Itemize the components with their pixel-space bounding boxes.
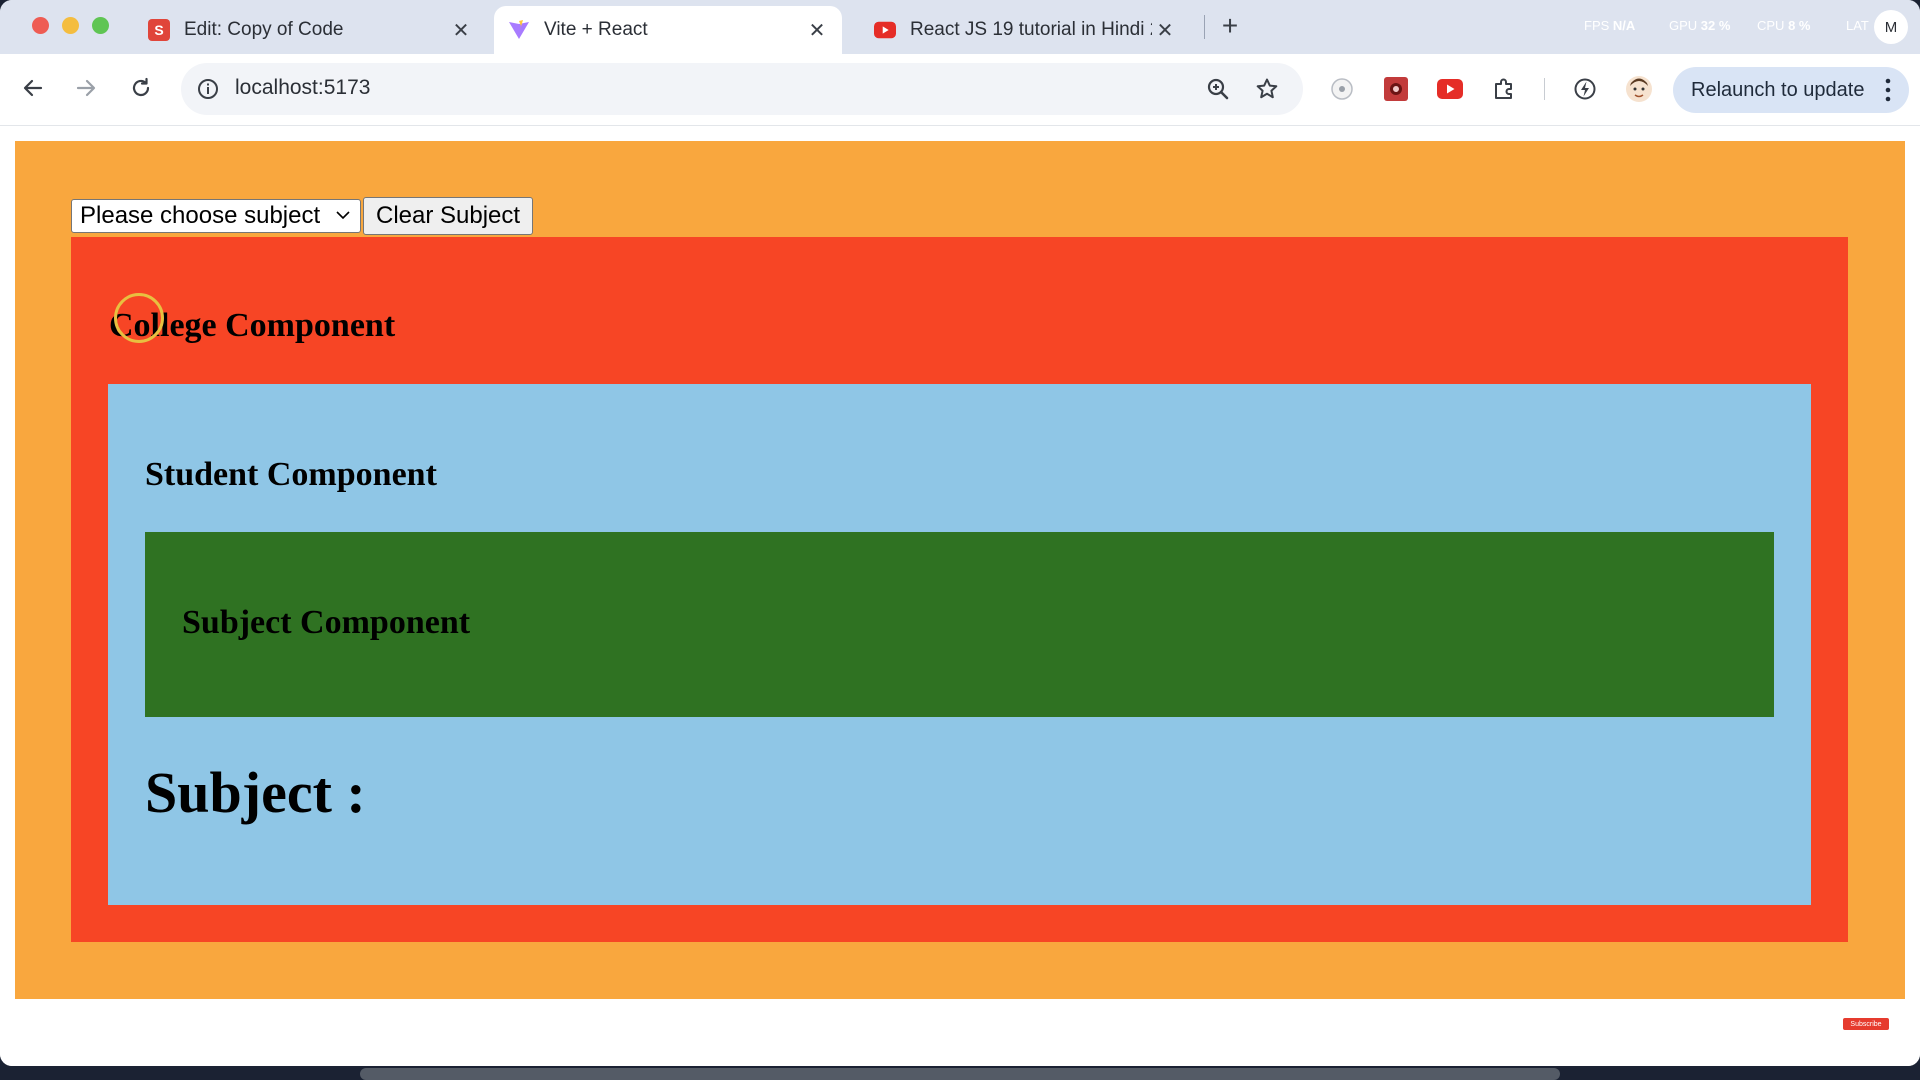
toolbar-divider (1544, 78, 1545, 100)
close-window-button[interactable] (32, 17, 49, 34)
gpu-readout: GPU 32 % (1669, 18, 1730, 33)
minimize-window-button[interactable] (62, 17, 79, 34)
youtube-icon (874, 19, 896, 41)
cpu-label: CPU (1757, 18, 1785, 33)
maximize-window-button[interactable] (92, 17, 109, 34)
zoom-button[interactable] (1203, 74, 1233, 104)
relaunch-button[interactable]: Relaunch to update (1673, 67, 1909, 113)
tab-separator (1204, 15, 1205, 39)
address-bar[interactable]: localhost:5173 (181, 63, 1303, 115)
profile-chip[interactable]: M (1874, 10, 1908, 44)
tab-close-button[interactable]: ✕ (1152, 18, 1178, 43)
subject-title: Subject Component (182, 604, 471, 641)
site-info-icon[interactable] (195, 76, 221, 102)
cpu-value: 8 % (1788, 18, 1811, 33)
tab-title: React JS 19 tutorial in Hindi 2 (910, 19, 1152, 40)
subject-select-value: Please choose subject (80, 202, 321, 229)
tab-vite-react[interactable]: Vite + React ✕ (494, 6, 842, 54)
fps-value: N/A (1612, 18, 1636, 33)
relaunch-label: Relaunch to update (1691, 78, 1865, 101)
subject-controls: Please choose subject Clear Subject (71, 197, 534, 235)
student-title: Student Component (145, 456, 437, 493)
subject-component: Subject Component (145, 532, 1774, 717)
extension-soccer-icon[interactable] (1325, 72, 1359, 106)
extension-screenshot-icon[interactable] (1379, 72, 1413, 106)
fps-readout: FPS N/A (1584, 18, 1635, 33)
tab-strip: S Edit: Copy of Code ✕ Vite + React ✕ Re (0, 0, 1920, 54)
tab-title: Edit: Copy of Code (184, 19, 344, 40)
dock-shadow (360, 1068, 1560, 1080)
bookmark-button[interactable] (1252, 74, 1282, 104)
forward-button[interactable] (68, 70, 104, 106)
tab-close-button[interactable]: ✕ (448, 18, 474, 43)
student-component: Student Component Subject Component Subj… (108, 384, 1811, 905)
cpu-readout: CPU 8 % (1757, 18, 1810, 33)
page-viewport: Please choose subject Clear Subject Coll… (0, 126, 1920, 1066)
fps-label: FPS (1584, 18, 1610, 33)
subscribe-badge[interactable]: Subscribe (1843, 1018, 1889, 1030)
tab-close-button[interactable]: ✕ (804, 18, 830, 43)
reload-button[interactable] (123, 70, 159, 106)
extension-youtube-icon[interactable] (1433, 72, 1467, 106)
browser-window: S Edit: Copy of Code ✕ Vite + React ✕ Re (0, 0, 1920, 1066)
profile-avatar-icon[interactable] (1622, 72, 1656, 106)
slides-icon: S (148, 19, 170, 41)
extensions-puzzle-icon[interactable] (1487, 72, 1521, 106)
clear-subject-button[interactable]: Clear Subject (363, 197, 534, 235)
zoom-icon (1207, 78, 1229, 100)
chevron-down-icon (336, 211, 350, 220)
tab-react-tutorial[interactable]: React JS 19 tutorial in Hindi 2 ✕ (860, 6, 1190, 54)
performance-icon[interactable] (1568, 72, 1602, 106)
new-tab-button[interactable]: + (1215, 8, 1245, 44)
more-vert-icon (1885, 78, 1891, 102)
tab-title: Vite + React (544, 19, 648, 40)
star-icon (1256, 78, 1278, 99)
college-component: College Component Student Component Subj… (71, 237, 1848, 942)
gpu-label: GPU (1669, 18, 1698, 33)
subject-readout: Subject : (145, 760, 366, 825)
reload-icon (132, 77, 150, 97)
lat-readout: LAT (1846, 18, 1869, 33)
app-container: Please choose subject Clear Subject Coll… (15, 141, 1905, 999)
url-text[interactable]: localhost:5173 (235, 76, 370, 100)
arrow-left-icon (23, 79, 43, 97)
college-title: College Component (109, 307, 396, 344)
vite-icon (508, 19, 530, 41)
back-button[interactable] (15, 70, 51, 106)
tab-edit-copy-of-code[interactable]: S Edit: Copy of Code ✕ (134, 6, 486, 54)
lat-label: LAT (1846, 18, 1869, 33)
gpu-value: 32 % (1700, 18, 1731, 33)
browser-toolbar: localhost:5173 Relaunch to update (0, 54, 1920, 126)
subject-select[interactable]: Please choose subject (71, 199, 361, 233)
arrow-right-icon (76, 79, 96, 97)
